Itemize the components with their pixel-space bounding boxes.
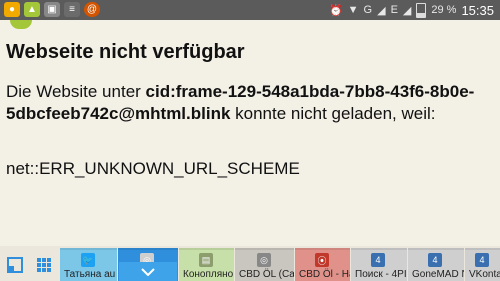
battery-icon [416,2,427,18]
page-title: Webseite nicht verfügbar [6,41,245,63]
window-switch-button[interactable] [0,248,30,281]
app-grid-button[interactable] [30,248,58,281]
system-icons: ⏰ ▼ G ◢ E ◢ 29 % 15:35 [329,2,494,18]
tab-label: CBD Öl - Hä [299,269,350,280]
message-suffix: konnte nicht geladen, weil: [230,104,436,123]
bird-icon: 🐦 [81,253,95,267]
chrome-icon: ● [4,2,20,17]
alarm-icon: ⏰ [328,4,343,17]
tab-label: VKontakte [469,269,500,280]
email-icon: @ [84,2,100,17]
tab-label: Татьяна au [64,269,116,280]
network-type-label: G [363,4,373,16]
tab-label: Поиск - 4PI [355,269,407,280]
tab-label: Коноплянo [183,269,234,280]
error-code: net::ERR_UNKNOWN_URL_SCHEME [6,159,300,178]
clock: 15:35 [461,2,494,18]
signal-icon-2: ◢ [402,4,412,17]
e-icon: E [390,4,398,16]
four-icon: 4 [371,253,385,267]
grid-icon [37,257,51,272]
tab-label: CBD ÖL (Ca [239,269,294,280]
error-message: Die Website unter cid:frame-129-548a1bda… [6,81,496,125]
four-icon: 4 [475,253,489,267]
tab-0[interactable]: 🐦 Татьяна au [60,248,117,281]
tab-6[interactable]: 4 GoneMAD N [408,248,464,281]
tab-2[interactable]: ▤ Коноплянo [179,248,234,281]
signal-icon: ◢ [377,4,386,17]
battery-level [417,12,426,17]
four-icon: 4 [428,253,442,267]
globe-icon: ◎ [257,253,271,267]
status-bar: ● ▲ ▣ ≡ @ ⏰ ▼ G ◢ E ◢ 29 % 15:35 [0,0,500,20]
expand-taskbar-button[interactable] [119,262,177,281]
android-icon [10,20,32,29]
battery-percent: 29 % [431,4,457,16]
message-prefix: Die Website unter [6,82,146,101]
tab-7[interactable]: 4 VKontakte [465,248,500,281]
tab-label: GoneMAD N [412,269,464,280]
notification-icons: ● ▲ ▣ ≡ @ [4,2,100,17]
android-icon: ▲ [24,2,40,17]
tab-5[interactable]: 4 Поиск - 4PI [351,248,407,281]
reader-icon: ≡ [64,2,80,17]
taskbar: 🐦 Татьяна au ◎ ▤ Коноплянo ◎ CBD ÖL (Ca … [0,246,500,281]
image-icon: ▣ [44,2,60,17]
tab-4[interactable]: ⦿ CBD Öl - Hä [295,248,350,281]
pin-icon: ⦿ [315,253,329,267]
page-icon: ▤ [199,253,213,267]
chevron-down-icon [141,267,155,276]
tab-3[interactable]: ◎ CBD ÖL (Ca [235,248,294,281]
wifi-icon: ▼ [347,4,359,16]
window-icon [7,256,23,273]
